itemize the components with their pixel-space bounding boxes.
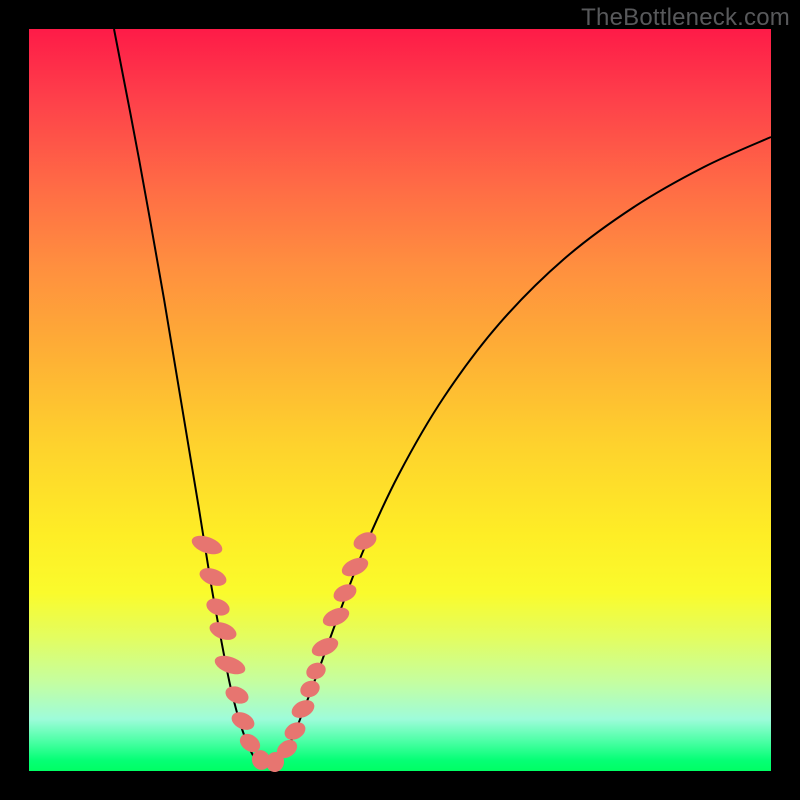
bead (320, 604, 352, 630)
bead (289, 697, 318, 722)
bead (331, 581, 359, 605)
bead (351, 529, 379, 553)
curve-beads (189, 529, 379, 774)
chart-frame: TheBottleneck.com (0, 0, 800, 800)
bead (309, 634, 341, 660)
bead (197, 565, 229, 590)
watermark-label: TheBottleneck.com (581, 4, 790, 32)
bead (339, 554, 371, 580)
bead (304, 660, 329, 683)
chart-svg (29, 29, 771, 771)
bead (298, 678, 323, 701)
bead (204, 595, 232, 618)
bead (207, 619, 239, 644)
bead (212, 652, 248, 678)
plot-area (29, 29, 771, 771)
bead (223, 683, 251, 707)
bead (282, 719, 309, 743)
bottleneck-curve (114, 29, 771, 766)
